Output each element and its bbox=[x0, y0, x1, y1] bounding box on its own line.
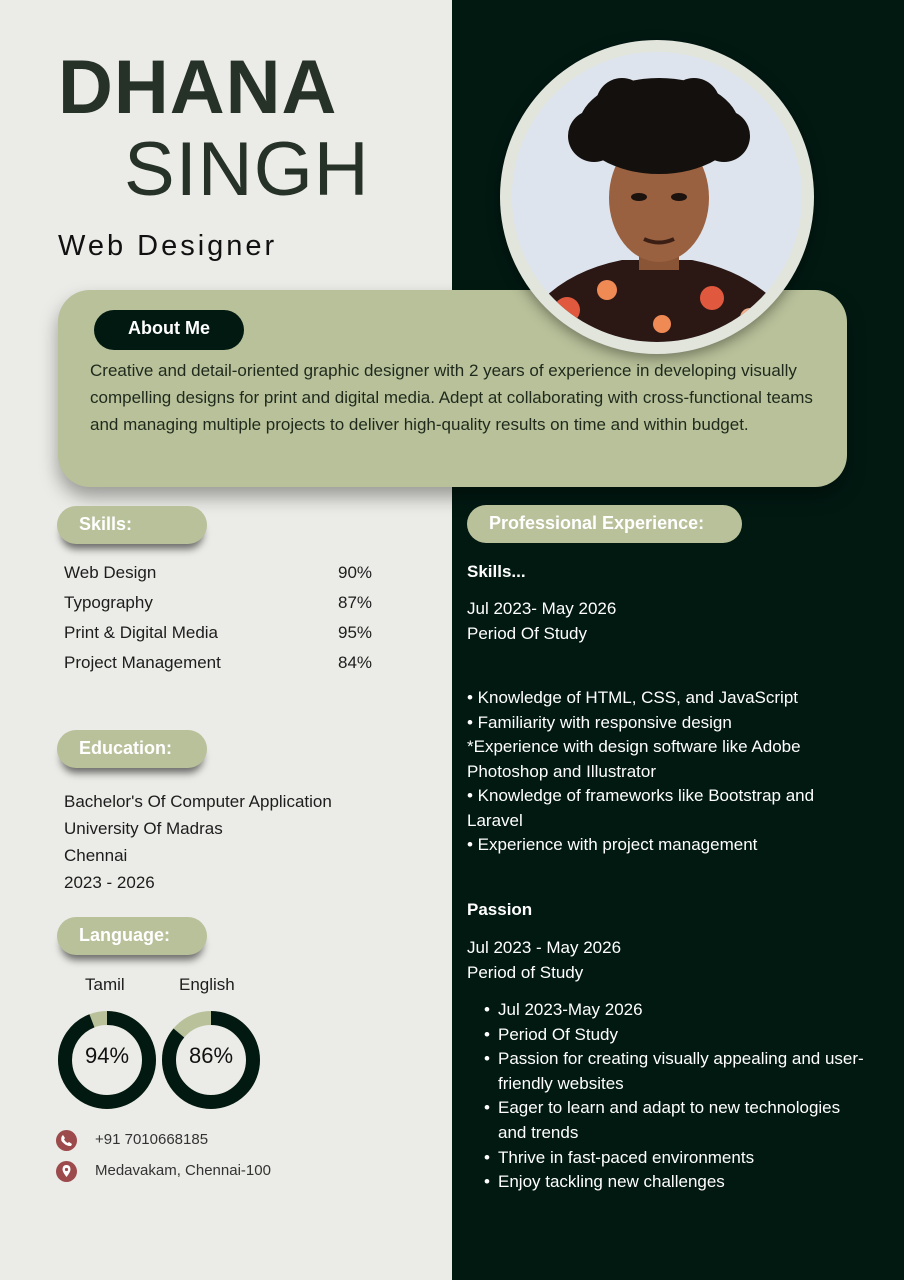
skill-line: • Experience with project management bbox=[467, 835, 758, 854]
skill-name: Web Design bbox=[64, 563, 157, 582]
experience-skills-title: Skills... bbox=[467, 562, 526, 581]
skill-line: Laravel bbox=[467, 810, 523, 830]
skill-line: • Knowledge of frameworks like Bootstrap… bbox=[467, 786, 815, 805]
skill-line: Photoshop and Illustrator bbox=[467, 761, 657, 781]
english-percent: 86% bbox=[188, 1043, 234, 1068]
skills-list: Web Design 90% Typography 87% Print & Di… bbox=[64, 563, 384, 683]
education-university: University Of Madras bbox=[64, 819, 223, 838]
skill-name: Typography bbox=[64, 593, 153, 612]
skill-percent: 95% bbox=[338, 623, 373, 642]
profile-photo-frame bbox=[500, 40, 814, 354]
first-name: DHANA bbox=[58, 45, 338, 130]
education-heading: Education: bbox=[57, 730, 207, 768]
passion-item: Passion for creating visually appealing … bbox=[467, 1047, 867, 1096]
skill-line: • Familiarity with responsive design bbox=[467, 712, 732, 732]
skill-row: Web Design 90% bbox=[64, 563, 384, 593]
last-name: SINGH bbox=[124, 127, 370, 212]
language-name-english: English bbox=[179, 975, 235, 994]
skill-row: Typography 87% bbox=[64, 593, 384, 623]
location-pin-icon bbox=[56, 1161, 77, 1182]
passion-list: Jul 2023-May 2026 Period Of Study Passio… bbox=[467, 998, 867, 1195]
passion-item: Jul 2023-May 2026 bbox=[467, 998, 867, 1023]
phone-icon bbox=[56, 1130, 77, 1151]
experience-skills-list: • Knowledge of HTML, CSS, and JavaScript… bbox=[467, 686, 814, 858]
passion-item: Eager to learn and adapt to new technolo… bbox=[467, 1096, 867, 1145]
address: Medavakam, Chennai-100 bbox=[95, 1162, 271, 1179]
skill-line: *Experience with design software like Ad… bbox=[467, 737, 801, 756]
education-years: 2023 - 2026 bbox=[64, 873, 155, 892]
skill-name: Project Management bbox=[64, 653, 221, 672]
language-name-tamil: Tamil bbox=[85, 975, 125, 994]
language-heading: Language: bbox=[57, 917, 207, 955]
period-dates: Jul 2023- May 2026 bbox=[467, 599, 617, 618]
job-title: Web Designer bbox=[58, 230, 278, 262]
education-city: Chennai bbox=[64, 846, 128, 865]
tamil-percent: 94% bbox=[84, 1043, 130, 1068]
skill-percent: 84% bbox=[338, 653, 373, 672]
period-dates: Jul 2023 - May 2026 bbox=[467, 938, 622, 957]
skill-percent: 87% bbox=[338, 593, 373, 612]
skill-row: Project Management 84% bbox=[64, 653, 384, 683]
profile-photo bbox=[512, 52, 802, 342]
passion-period: Jul 2023 - May 2026 Period of Study bbox=[467, 936, 621, 985]
period-label: Period Of Study bbox=[467, 623, 588, 643]
passion-item: Period Of Study bbox=[467, 1023, 867, 1048]
experience-heading: Professional Experience: bbox=[467, 505, 742, 543]
about-text: Creative and detail-oriented graphic des… bbox=[90, 361, 813, 434]
experience-skills-period: Jul 2023- May 2026 Period Of Study bbox=[467, 597, 616, 646]
period-label: Period of Study bbox=[467, 962, 584, 982]
education-degree: Bachelor's Of Computer Application bbox=[64, 792, 332, 811]
phone-number: +91 7010668185 bbox=[95, 1131, 209, 1148]
skill-line: • Knowledge of HTML, CSS, and JavaScript bbox=[467, 688, 798, 707]
skills-heading: Skills: bbox=[57, 506, 207, 544]
skill-row: Print & Digital Media 95% bbox=[64, 623, 384, 653]
passion-item: Enjoy tackling new challenges bbox=[467, 1170, 867, 1195]
education-details: Bachelor's Of Computer Application Unive… bbox=[64, 788, 332, 896]
skill-percent: 90% bbox=[338, 563, 373, 582]
passion-title: Passion bbox=[467, 900, 533, 919]
passion-item: Thrive in fast-paced environments bbox=[467, 1146, 867, 1171]
skill-name: Print & Digital Media bbox=[64, 623, 219, 642]
about-heading: About Me bbox=[94, 310, 244, 350]
